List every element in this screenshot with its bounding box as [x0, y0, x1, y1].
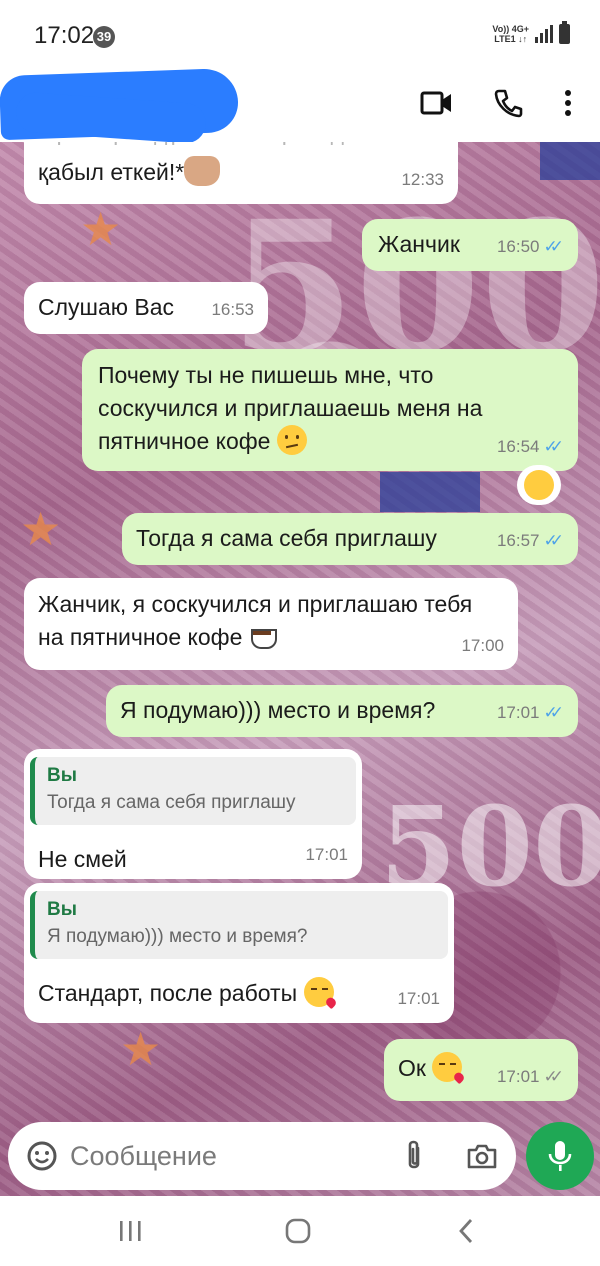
smiling-face-emoji [524, 470, 554, 500]
face-blowing-kiss-emoji [303, 977, 334, 1007]
read-ticks-icon: ✓✓ [543, 531, 564, 550]
message-incoming[interactable]: Слушаю Вас 16:53 [24, 282, 268, 334]
star-decoration-2: ★ [20, 503, 62, 555]
message-incoming[interactable]: Жанчик, я соскучился и приглашаю тебя на… [24, 578, 518, 670]
message-text: Ок [398, 1055, 426, 1081]
quoted-message[interactable]: Вы Я подумаю))) место и время? [30, 891, 448, 959]
microphone-button[interactable] [526, 1122, 594, 1190]
reaction-smiling-face[interactable] [517, 465, 561, 505]
message-text: Не смей [38, 846, 127, 872]
paperclip-icon[interactable] [396, 1138, 432, 1174]
signal-icon [535, 25, 553, 43]
face-blowing-kiss-emoji [432, 1052, 463, 1082]
system-navigation-bar [0, 1196, 600, 1266]
camera-icon[interactable] [464, 1138, 500, 1174]
chat-header [0, 67, 600, 145]
message-text-wrap: Стандарт, после работы [38, 977, 334, 1010]
message-text-line: қабыл еткей!* [38, 156, 221, 189]
video-call-icon[interactable] [418, 86, 456, 120]
voice-call-icon[interactable] [490, 86, 526, 120]
status-bar: 17:02 39 Vo)) 4G+ LTE1 ↓↑ [0, 0, 600, 70]
message-incoming-reply[interactable]: Вы Я подумаю))) место и время? Стандарт,… [24, 883, 454, 1023]
message-input[interactable] [70, 1136, 390, 1176]
message-outgoing[interactable]: Тогда я сама себя приглашу 16:57 ✓✓ [122, 513, 578, 565]
message-meta: 17:01 ✓✓ [497, 696, 564, 729]
eu-flag-decoration-2 [380, 472, 480, 512]
status-time: 17:02 [34, 22, 95, 49]
network-indicator: Vo)) 4G+ LTE1 ↓↑ [492, 24, 529, 44]
message-text: Слушаю Вас [38, 294, 175, 320]
star-decoration-3: ★ [120, 1023, 162, 1075]
network-label-top: Vo)) 4G+ [492, 24, 529, 34]
quote-author: Вы [47, 899, 77, 920]
quote-text: Я подумаю))) место и время? [47, 926, 308, 947]
message-time: 17:00 [461, 636, 504, 655]
hot-beverage-emoji [249, 625, 279, 649]
read-ticks-icon: ✓✓ [543, 703, 564, 722]
quote-author: Вы [47, 765, 77, 786]
message-incoming-reply[interactable]: Вы Тогда я сама себя приглашу Не смей 17… [24, 749, 362, 879]
message-time: 16:57 [496, 531, 540, 550]
more-vert-icon[interactable] [556, 86, 580, 120]
message-time: 16:50 [496, 237, 540, 256]
read-ticks-icon: ✓✓ [543, 437, 564, 456]
message-text: Жанчик [378, 231, 460, 257]
message-text-wrap: Почему ты не пишешь мне, что соскучился … [98, 359, 548, 458]
network-label-bottom: LTE1 ↓↑ [494, 34, 528, 44]
raised-hands-emoji [184, 156, 221, 186]
message-outgoing[interactable]: Ок 17:01 ✓✓ [384, 1039, 578, 1101]
message-time: 17:01 [496, 1067, 540, 1086]
home-icon[interactable] [278, 1216, 318, 1246]
battery-icon [559, 21, 570, 44]
message-text-wrap: Ок [398, 1052, 463, 1085]
message-text-tail: қабыл еткей!* [38, 159, 185, 185]
back-icon[interactable] [446, 1216, 486, 1246]
message-meta: 16:57 ✓✓ [497, 524, 564, 557]
read-ticks-icon: ✓✓ [543, 237, 564, 256]
message-time: 17:01 [496, 703, 540, 722]
message-text: Я подумаю))) место и время? [120, 697, 436, 723]
message-time: 16:53 [211, 300, 254, 319]
message-outgoing[interactable]: Почему ты не пишешь мне, что соскучился … [82, 349, 578, 471]
delivered-ticks-icon: ✓✓ [543, 1067, 564, 1086]
recent-apps-icon[interactable] [110, 1216, 150, 1246]
eu-flag-decoration [540, 142, 600, 180]
message-time: 16:54 [496, 437, 540, 456]
confused-face-emoji [276, 425, 307, 455]
message-outgoing[interactable]: Жанчик 16:50 ✓✓ [362, 219, 578, 271]
quoted-message[interactable]: Вы Тогда я сама себя приглашу [30, 757, 356, 825]
message-meta: 16:50 ✓✓ [497, 230, 564, 263]
notification-count-badge: 39 [93, 26, 115, 48]
star-decoration: ★ [80, 203, 122, 255]
message-meta: 16:54 ✓✓ [497, 430, 564, 463]
chat-area[interactable]: 500 500 ★ ★ ★ жұма күнгі дүға тілектерім… [0, 142, 600, 1196]
sticker-smile-icon[interactable] [24, 1138, 60, 1174]
microphone-icon [548, 1141, 572, 1171]
message-time: 12:33 [401, 170, 444, 189]
message-text: Тогда я сама себя приглашу [136, 525, 437, 551]
message-composer [8, 1122, 516, 1190]
message-text-wrap: Жанчик, я соскучился и приглашаю тебя на… [38, 588, 478, 654]
message-outgoing[interactable]: Я подумаю))) место и время? 17:01 ✓✓ [106, 685, 578, 737]
status-indicators: Vo)) 4G+ LTE1 ↓↑ [492, 21, 570, 44]
quote-text: Тогда я сама себя приглашу [47, 792, 296, 813]
message-time: 17:01 [397, 989, 440, 1008]
message-meta: 17:01 ✓✓ [497, 1060, 564, 1093]
message-incoming[interactable]: жұма күнгі дүға тілектерімізді қабыл етк… [24, 142, 458, 204]
message-time: 17:01 [305, 845, 348, 864]
message-text: Стандарт, после работы [38, 980, 298, 1006]
message-text-partial: жұма күнгі дүға тілектерімізді [38, 142, 349, 149]
